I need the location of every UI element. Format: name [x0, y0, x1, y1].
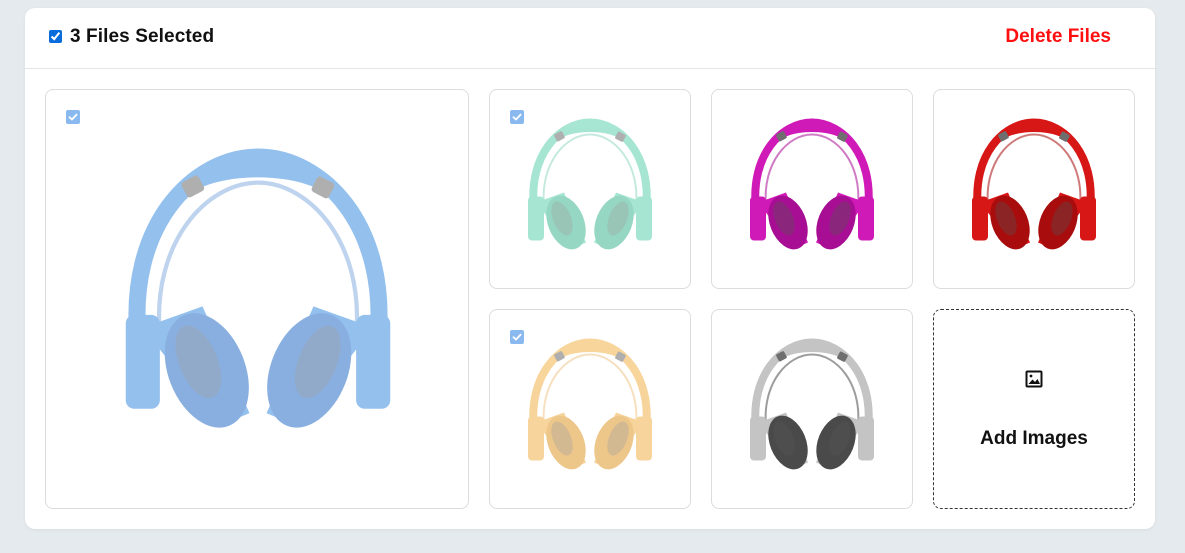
headphones-image: [520, 112, 660, 267]
image-tile-magenta[interactable]: [711, 89, 913, 289]
delete-files-button[interactable]: Delete Files: [1005, 26, 1111, 48]
image-tile-blue[interactable]: [45, 89, 469, 509]
add-images-label: Add Images: [980, 428, 1088, 449]
headphones-image: [742, 332, 882, 487]
image-tile-green[interactable]: [489, 89, 691, 289]
image-tile-yellow[interactable]: [489, 309, 691, 509]
image-icon: [1025, 370, 1043, 388]
headphones-image: [108, 140, 408, 460]
add-images-button[interactable]: Add Images: [933, 309, 1135, 509]
tile-checkbox[interactable]: [66, 110, 80, 124]
gallery-header: 3 Files Selected Delete Files: [25, 8, 1155, 69]
headphones-image: [742, 112, 882, 267]
select-all-checkbox[interactable]: [49, 30, 62, 43]
image-tile-red[interactable]: [933, 89, 1135, 289]
tile-checkbox[interactable]: [510, 330, 524, 344]
file-gallery-card: 3 Files Selected Delete Files Add Images: [25, 8, 1155, 529]
tile-checkbox[interactable]: [510, 110, 524, 124]
selected-count-label: 3 Files Selected: [70, 26, 215, 47]
headphones-image: [964, 112, 1104, 267]
headphones-image: [520, 332, 660, 487]
image-tile-silver[interactable]: [711, 309, 913, 509]
